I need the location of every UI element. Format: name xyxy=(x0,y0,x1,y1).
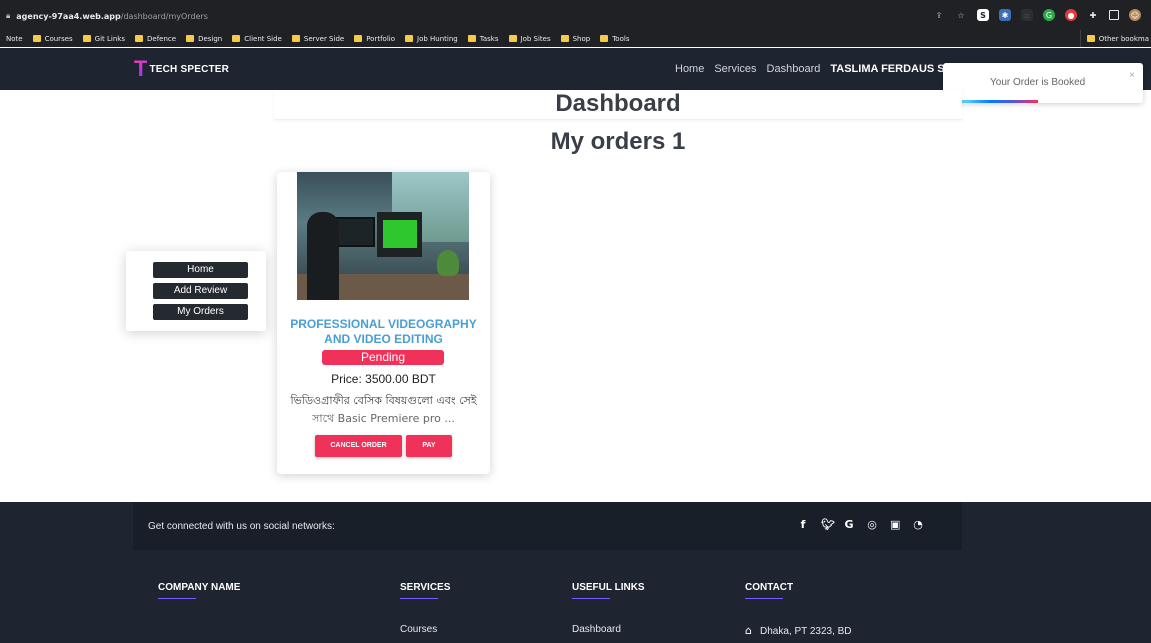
bookmark-server-side[interactable]: Server Side xyxy=(291,35,344,43)
page-title: Dashboard xyxy=(555,90,681,117)
image-plant xyxy=(437,250,459,276)
footer-heading-company: COMPANY NAME xyxy=(158,582,241,599)
image-person xyxy=(307,212,339,300)
contact-address: Dhaka, PT 2323, BD xyxy=(759,626,852,637)
orders-heading: My orders 1 xyxy=(550,128,686,155)
sidebar: Home Add Review My Orders xyxy=(126,251,266,331)
home-icon: ⌂ xyxy=(745,624,752,637)
profile-avatar-icon[interactable]: ☺ xyxy=(1129,9,1141,21)
footer-heading-services: SERVICES xyxy=(400,582,451,599)
footer-link-courses[interactable]: Courses xyxy=(400,624,437,635)
bookmark-job-sites[interactable]: Job Sites xyxy=(508,35,551,43)
bookmark-tasks[interactable]: Tasks xyxy=(467,35,499,43)
logo-text: TECH SPECTER xyxy=(149,63,230,75)
bookmark-defence[interactable]: Defence xyxy=(135,35,176,43)
folder-icon xyxy=(291,35,300,42)
bookmark-other[interactable]: Other bookma xyxy=(1079,30,1151,47)
footer: Get connected with us on social networks… xyxy=(0,502,1151,643)
footer-contact-address: ⌂ Dhaka, PT 2323, BD xyxy=(745,624,852,637)
cancel-order-button[interactable]: CANCEL ORDER xyxy=(315,435,402,457)
folder-icon xyxy=(467,35,476,42)
sidebar-item-home[interactable]: Home xyxy=(153,262,248,278)
folder-icon xyxy=(1086,35,1095,42)
logo[interactable]: T TECH SPECTER xyxy=(134,58,229,80)
folder-icon xyxy=(354,35,363,42)
url-host: agency-97aa4.web.app xyxy=(16,11,121,21)
bookmark-design[interactable]: Design xyxy=(186,35,222,43)
footer-heading-useful-links: USEFUL LINKS xyxy=(572,582,645,599)
bookmark-shop[interactable]: Shop xyxy=(560,35,590,43)
extension-icons: ⇪ ☆ S ✱ ▫ G ● ✚ ☺ xyxy=(933,9,1141,21)
footer-heading-contact: CONTACT xyxy=(745,582,794,599)
star-icon[interactable]: ☆ xyxy=(955,9,967,21)
close-icon[interactable]: × xyxy=(1129,70,1135,81)
logo-mark: T xyxy=(134,56,148,81)
twitter-icon[interactable]: 🐦︎ xyxy=(821,518,835,531)
bookmark-tools[interactable]: Tools xyxy=(600,35,629,43)
folder-icon xyxy=(508,35,517,42)
image-monitor xyxy=(335,217,375,247)
bookmark-git-links[interactable]: Git Links xyxy=(82,35,125,43)
bookmarks-bar: Note Courses Git Links Defence Design Cl… xyxy=(0,30,1151,47)
share-icon[interactable]: ⇪ xyxy=(933,9,945,21)
bookmark-job-hunting[interactable]: Job Hunting xyxy=(405,35,458,43)
facebook-icon[interactable]: f xyxy=(798,518,808,531)
service-name: PROFESSIONAL VIDEOGRAPHY AND VIDEO EDITI… xyxy=(290,317,477,346)
url-path: /dashboard/myOrders xyxy=(120,11,208,21)
social-bar: Get connected with us on social networks… xyxy=(133,502,962,550)
nav-services[interactable]: Services xyxy=(714,63,756,75)
bookmark-note[interactable]: Note xyxy=(6,35,23,43)
folder-icon xyxy=(560,35,569,42)
browser-toolbar: 🔒︎ agency-97aa4.web.app/dashboard/myOrde… xyxy=(0,0,1151,30)
address-bar[interactable]: 🔒︎ agency-97aa4.web.app/dashboard/myOrde… xyxy=(0,8,208,24)
order-description: ভিডিওগ্রাফীর বেসিক বিষয়গুলো এবং সেই সাথ… xyxy=(277,392,490,428)
folder-icon xyxy=(232,35,241,42)
github-icon[interactable]: ◔ xyxy=(913,518,923,531)
social-text: Get connected with us on social networks… xyxy=(148,521,335,532)
order-card: PROFESSIONAL VIDEOGRAPHY AND VIDEO EDITI… xyxy=(277,172,490,474)
pay-button[interactable]: PAY xyxy=(406,435,452,457)
extension-blue-icon[interactable]: ✱ xyxy=(999,9,1011,21)
lock-icon: 🔒︎ xyxy=(6,11,11,20)
nav-home[interactable]: Home xyxy=(675,63,704,75)
extension-s-icon[interactable]: S xyxy=(977,9,989,21)
bookmark-courses[interactable]: Courses xyxy=(32,35,73,43)
image-green-screen xyxy=(383,220,417,248)
linkedin-icon[interactable]: ▣ xyxy=(890,518,900,531)
status-badge: Pending xyxy=(322,350,444,365)
google-icon[interactable]: G xyxy=(844,518,854,531)
bookmark-client-side[interactable]: Client Side xyxy=(232,35,282,43)
folder-icon xyxy=(600,35,609,42)
footer-link-dashboard[interactable]: Dashboard xyxy=(572,624,621,635)
bookmark-portfolio[interactable]: Portfolio xyxy=(354,35,395,43)
extension-green-icon[interactable]: G xyxy=(1043,9,1055,21)
instagram-icon[interactable]: ◎ xyxy=(867,518,877,531)
service-image xyxy=(297,172,469,300)
description-line-2: সাথে Basic Premiere pro ... xyxy=(312,412,455,425)
folder-icon xyxy=(32,35,41,42)
order-price: Price: 3500.00 BDT xyxy=(331,372,436,386)
nav-links: Home Services Dashboard TASLIMA FERDAUS … xyxy=(675,63,975,75)
folder-icon xyxy=(82,35,91,42)
sidebar-item-add-review[interactable]: Add Review xyxy=(153,283,248,299)
extension-red-icon[interactable]: ● xyxy=(1065,9,1077,21)
folder-icon xyxy=(405,35,413,42)
description-line-1: ভিডিওগ্রাফীর বেসিক বিষয়গুলো এবং সেই xyxy=(290,394,477,407)
sidepanel-icon[interactable] xyxy=(1109,10,1119,20)
folder-icon xyxy=(186,35,195,42)
sidebar-item-my-orders[interactable]: My Orders xyxy=(153,304,248,320)
social-icons: f 🐦︎ G ◎ ▣ ◔ xyxy=(798,518,923,531)
toast-message: Your Order is Booked xyxy=(990,77,1086,88)
extension-grey-icon[interactable]: ▫ xyxy=(1021,9,1033,21)
folder-icon xyxy=(135,35,143,42)
nav-dashboard[interactable]: Dashboard xyxy=(767,63,821,75)
puzzle-icon[interactable]: ✚ xyxy=(1087,9,1099,21)
